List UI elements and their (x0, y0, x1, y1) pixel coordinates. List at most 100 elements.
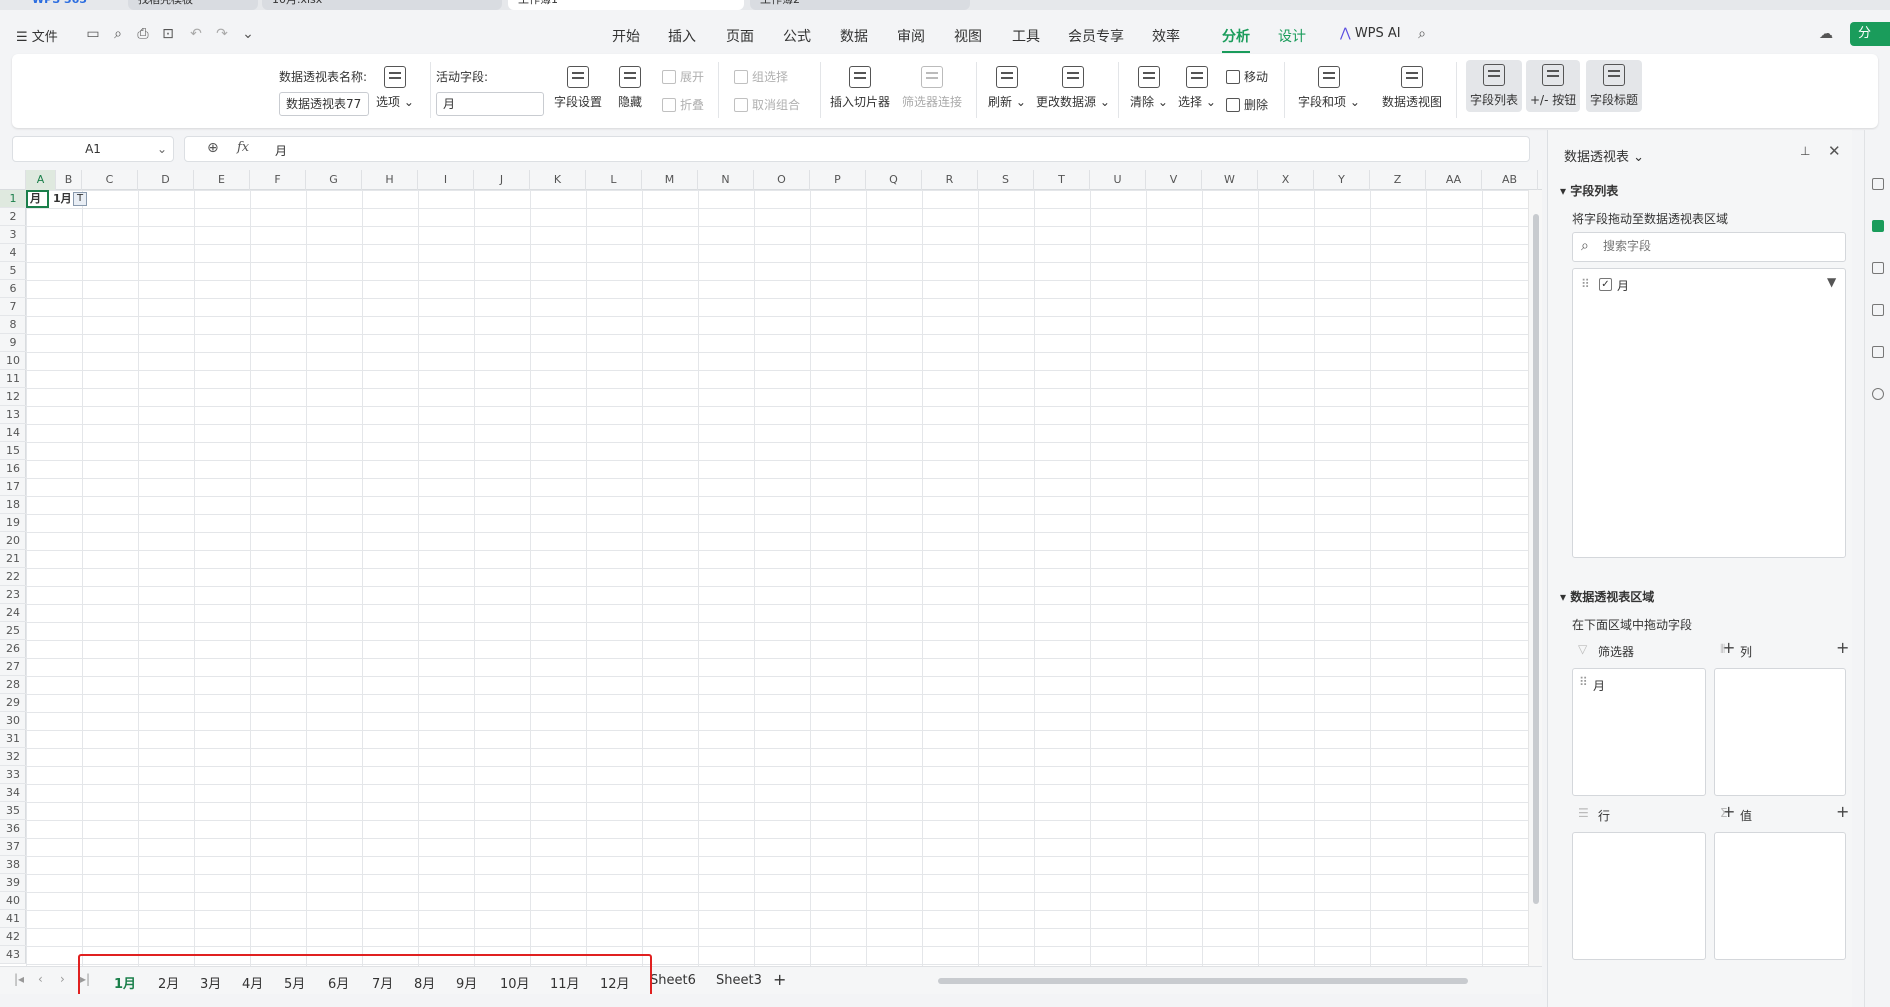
column-header[interactable]: H (362, 170, 418, 190)
column-header[interactable]: X (1258, 170, 1314, 190)
close-icon[interactable]: ✕ (1828, 142, 1841, 160)
panel-title[interactable]: 数据透视表 ⌄ (1564, 146, 1644, 165)
rows-area-box[interactable] (1572, 832, 1706, 960)
row-header[interactable]: 38 (0, 856, 26, 874)
menu-member[interactable]: 会员专享 (1068, 26, 1124, 46)
print-icon[interactable]: ⎙ (135, 26, 151, 42)
insert-slicer-button[interactable]: 插入切片器 (830, 66, 890, 110)
row-header[interactable]: 2 (0, 208, 26, 226)
column-header[interactable]: L (586, 170, 642, 190)
cell-grid[interactable]: 月 1月 T (26, 190, 1528, 966)
row-header[interactable]: 32 (0, 748, 26, 766)
share-button[interactable]: 分 (1850, 22, 1890, 46)
export-icon[interactable]: ⌕ (110, 26, 126, 42)
menu-review[interactable]: 审阅 (897, 26, 925, 46)
prev-sheet-icon[interactable]: ‹ (38, 972, 43, 986)
file-tab-oct[interactable]: 10月.xlsx (262, 0, 502, 10)
row-header[interactable]: 24 (0, 604, 26, 622)
search-field-input[interactable] (1603, 239, 1823, 253)
vertical-scrollbar[interactable] (1528, 190, 1542, 966)
column-header[interactable]: AB (1482, 170, 1538, 190)
pivot-name-input[interactable]: 数据透视表77 (279, 92, 369, 116)
row-header[interactable]: 8 (0, 316, 26, 334)
column-header[interactable]: R (922, 170, 978, 190)
menu-efficiency[interactable]: 效率 (1152, 26, 1180, 46)
row-header[interactable]: 35 (0, 802, 26, 820)
redo-icon[interactable]: ↷ (214, 26, 230, 42)
file-tab-templates[interactable]: 找稻壳模板 (128, 0, 258, 10)
wps-ai-button[interactable]: ⋀ WPS AI (1340, 26, 1401, 41)
first-sheet-icon[interactable]: |◂ (14, 972, 24, 986)
field-list-toggle[interactable]: 字段列表 (1466, 60, 1523, 112)
filter-icon[interactable]: ▼ (1827, 275, 1836, 289)
row-header[interactable]: 5 (0, 262, 26, 280)
menu-view[interactable]: 视图 (954, 26, 982, 46)
pin-icon[interactable]: ⊥ (1800, 144, 1810, 158)
row-header[interactable]: 41 (0, 910, 26, 928)
wps-logo[interactable]: WPS 365 (22, 0, 97, 10)
column-header[interactable]: M (642, 170, 698, 190)
chevron-down-icon[interactable]: ⌄ (240, 26, 256, 42)
row-header[interactable]: 39 (0, 874, 26, 892)
row-header[interactable]: 20 (0, 532, 26, 550)
select-all-corner[interactable] (0, 170, 26, 190)
column-header[interactable]: D (138, 170, 194, 190)
move-button[interactable]: 移动 (1226, 68, 1268, 85)
areas-heading[interactable]: ▾ 数据透视表区域 (1560, 588, 1654, 605)
plus-minus-toggle[interactable]: +/- 按钮 (1526, 60, 1581, 112)
column-header[interactable]: W (1202, 170, 1258, 190)
history-icon[interactable] (1872, 388, 1884, 400)
cloud-icon[interactable]: ☁ (1818, 26, 1834, 42)
file-menu[interactable]: ☰ 文件 (16, 26, 58, 45)
print-preview-icon[interactable]: ⊡ (160, 26, 176, 42)
row-header[interactable]: 15 (0, 442, 26, 460)
next-sheet-icon[interactable]: › (60, 972, 65, 986)
row-header[interactable]: 21 (0, 550, 26, 568)
cell-a1[interactable]: 月 (26, 190, 49, 208)
zoom-formula-icon[interactable]: ⊕ (207, 140, 219, 156)
save-icon[interactable]: ▭ (85, 26, 101, 42)
column-header[interactable]: B (56, 170, 82, 190)
filter-dropdown-button[interactable]: T (73, 192, 87, 206)
field-month[interactable]: 月 (1617, 277, 1629, 294)
filter-tool-icon[interactable] (1872, 178, 1884, 190)
row-header[interactable]: 28 (0, 676, 26, 694)
delete-button[interactable]: 删除 (1226, 96, 1268, 113)
column-header[interactable]: N (698, 170, 754, 190)
column-header[interactable]: P (810, 170, 866, 190)
column-header[interactable]: O (754, 170, 810, 190)
refresh-button[interactable]: 刷新 ⌄ (988, 66, 1026, 110)
row-header[interactable]: 18 (0, 496, 26, 514)
row-header[interactable]: 11 (0, 370, 26, 388)
row-header[interactable]: 27 (0, 658, 26, 676)
row-header[interactable]: 13 (0, 406, 26, 424)
field-list-heading[interactable]: ▾ 字段列表 (1560, 182, 1618, 199)
columns-area-box[interactable] (1714, 668, 1846, 796)
column-header[interactable]: U (1090, 170, 1146, 190)
drag-handle-icon[interactable]: ⠿ (1581, 277, 1590, 291)
add-column-icon[interactable]: + (1836, 638, 1849, 657)
filter-area-box[interactable]: ⠿ 月 (1572, 668, 1706, 796)
scroll-thumb[interactable] (1533, 214, 1539, 904)
fields-items-button[interactable]: 字段和项 ⌄ (1298, 66, 1360, 110)
pivot-tool-icon[interactable] (1872, 220, 1884, 232)
column-header[interactable]: S (978, 170, 1034, 190)
row-header[interactable]: 6 (0, 280, 26, 298)
row-header[interactable]: 43 (0, 946, 26, 964)
row-header[interactable]: 25 (0, 622, 26, 640)
menu-analyze[interactable]: 分析 (1222, 26, 1250, 53)
values-area-box[interactable] (1714, 832, 1846, 960)
chevron-down-icon[interactable]: ⌄ (157, 137, 167, 161)
group-select-button[interactable]: 组选择 (734, 68, 788, 85)
row-header[interactable]: 40 (0, 892, 26, 910)
row-header[interactable]: 29 (0, 694, 26, 712)
horizontal-scrollbar[interactable] (938, 978, 1468, 984)
fx-icon[interactable]: fx (237, 140, 249, 155)
clear-button[interactable]: 清除 ⌄ (1130, 66, 1168, 110)
filter-area-item[interactable]: 月 (1593, 677, 1605, 694)
name-box[interactable]: A1 ⌄ (12, 136, 174, 162)
row-header[interactable]: 17 (0, 478, 26, 496)
row-header[interactable]: 10 (0, 352, 26, 370)
menu-tools[interactable]: 工具 (1012, 26, 1040, 46)
column-header[interactable]: V (1146, 170, 1202, 190)
